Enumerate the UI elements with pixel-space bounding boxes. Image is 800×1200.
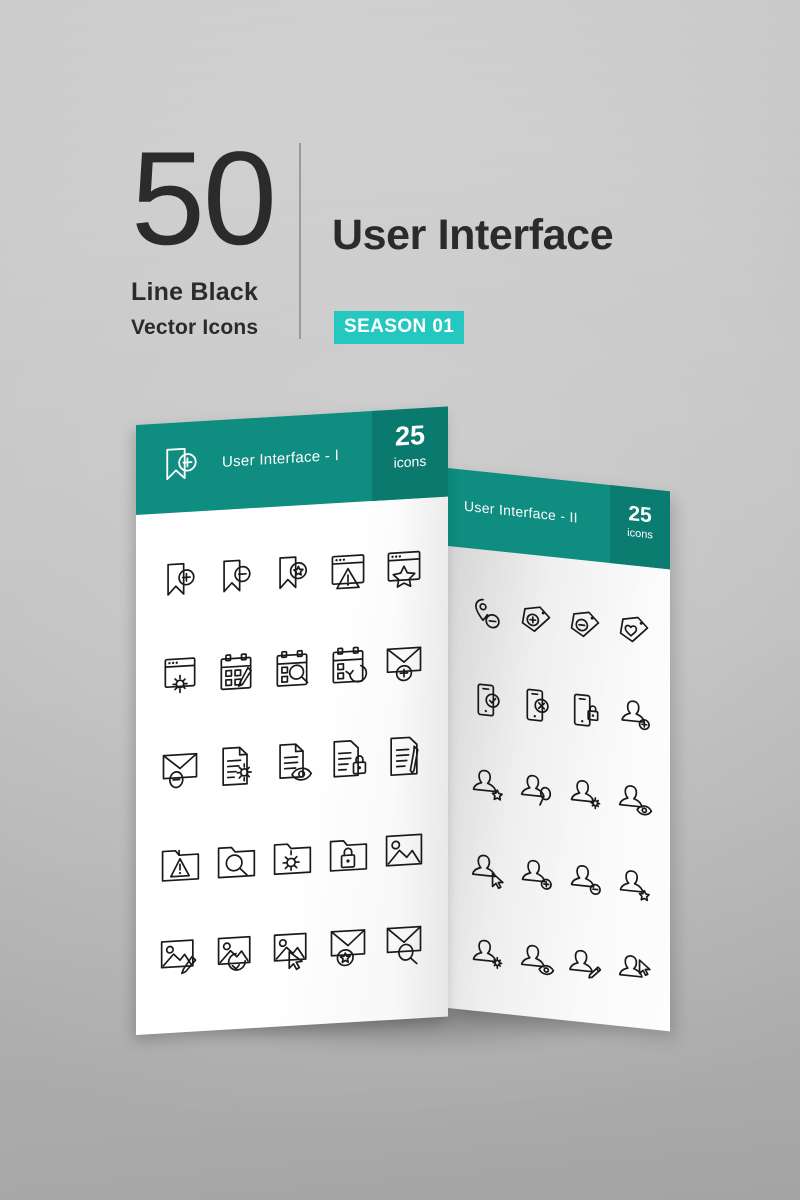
user-eye-icon (517, 939, 555, 981)
user-cursor-icon (468, 849, 506, 891)
user-search-icon (517, 769, 555, 811)
folder-lock-icon (326, 830, 370, 877)
mail-search-icon (382, 921, 426, 968)
mail-star-icon (326, 924, 370, 971)
panel-one-count-number: 25 (394, 419, 426, 452)
calendar-edit-icon (214, 649, 258, 696)
user-plus-icon (517, 854, 555, 896)
user-view-icon (615, 779, 653, 821)
folder-settings-icon (270, 833, 314, 880)
tag-heart-icon (615, 609, 653, 651)
image-icon (382, 827, 426, 874)
bookmark-add-icon (158, 558, 202, 605)
mail-add-icon (382, 639, 426, 686)
image-select-icon (270, 927, 314, 974)
folder-warning-icon (158, 840, 202, 887)
user-settings-icon (566, 774, 604, 816)
document-edit-icon (382, 733, 426, 780)
panel-one: User Interface - I 25 icons (136, 406, 448, 1036)
user-gear-icon (468, 934, 506, 976)
browser-star-icon (382, 545, 426, 592)
mobile-check-icon (468, 679, 506, 721)
user-edit-icon (566, 944, 604, 986)
image-refresh-icon (214, 931, 258, 978)
document-settings-icon (214, 743, 258, 790)
mobile-lock-icon (566, 689, 604, 731)
calendar-refresh-icon (326, 642, 370, 689)
user-pointer-icon (615, 949, 653, 991)
calendar-search-icon (270, 645, 314, 692)
document-lock-icon (326, 736, 370, 783)
bookmark-star-icon (270, 551, 314, 598)
browser-settings-icon (158, 652, 202, 699)
folder-search-icon (214, 837, 258, 884)
mobile-cancel-icon (517, 684, 555, 726)
user-add-icon (615, 694, 653, 736)
document-view-icon (270, 739, 314, 786)
bookmark-remove-icon (214, 555, 258, 602)
user-favorite-icon (615, 864, 653, 906)
browser-warning-icon (326, 548, 370, 595)
tag-add-icon (517, 599, 555, 641)
panel-one-icon-grid (152, 519, 432, 1006)
tag-remove-icon (566, 604, 604, 646)
mail-remove-icon (158, 746, 202, 793)
brochure-mockup: User Interface - II 25 icons User Interf… (0, 0, 800, 1200)
panel-two-icon-grid (462, 569, 658, 1015)
location-remove-icon (468, 594, 506, 636)
user-star-icon (468, 764, 506, 806)
panel-two: User Interface - II 25 icons (448, 468, 670, 1032)
image-edit-icon (158, 934, 202, 981)
user-minus-icon (566, 859, 604, 901)
bookmark-add-icon (166, 447, 197, 481)
